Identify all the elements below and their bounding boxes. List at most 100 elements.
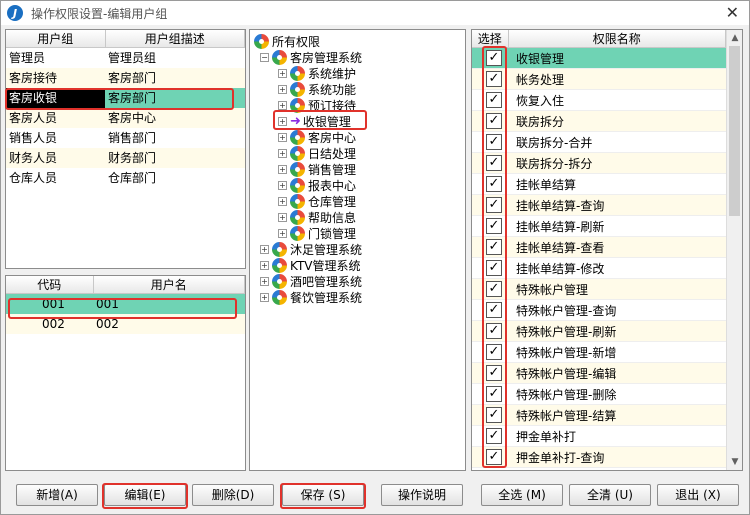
tree-label: 系统维护 (308, 66, 357, 81)
tree-node[interactable]: + 酒吧管理系统 (260, 273, 362, 289)
tree-node[interactable]: + 销售管理 (278, 161, 356, 177)
permission-row[interactable]: ✓ 特殊帐户管理-刷新 (472, 321, 726, 342)
tree-root[interactable]: 所有权限 (254, 33, 320, 49)
expand-icon[interactable]: + (278, 196, 287, 206)
permission-row[interactable]: ✓ 特殊帐户管理-新增 (472, 342, 726, 363)
tree-node[interactable]: + KTV管理系统 (260, 257, 360, 273)
col-code[interactable]: 代码 (6, 276, 94, 294)
group-row[interactable]: 销售人员 销售部门 (6, 128, 245, 148)
permission-row[interactable]: ✓ 特殊帐户管理-结算 (472, 405, 726, 426)
permission-row[interactable]: ✓ 联房拆分-合并 (472, 132, 726, 153)
permission-row[interactable]: ✓ 挂帐单结算-修改 (472, 258, 726, 279)
expand-icon[interactable]: + (278, 68, 287, 78)
tree-label: 门锁管理 (308, 226, 357, 241)
highlight-checkbox-column (482, 46, 507, 468)
vertical-scrollbar[interactable]: ▲ ▼ (726, 30, 742, 470)
permission-row[interactable]: ✓ 押金单补打 (472, 426, 726, 447)
highlight-group-row (5, 88, 234, 110)
permission-row[interactable]: ✓ 特殊帐户管理-删除 (472, 384, 726, 405)
highlight-user-row (8, 298, 237, 319)
permission-name: 帐务处理 (516, 72, 565, 87)
permission-row[interactable]: ✓ 特殊帐户管理-编辑 (472, 363, 726, 384)
delete-button[interactable]: 删除(D) (192, 484, 274, 506)
tree-label: 帮助信息 (308, 210, 357, 225)
permission-row[interactable]: ✓ 联房拆分-拆分 (472, 153, 726, 174)
group-name: 仓库人员 (9, 171, 58, 185)
group-name: 客房人员 (6, 107, 105, 128)
permission-name: 联房拆分-拆分 (516, 156, 593, 171)
permission-row[interactable]: ✓ 挂帐单结算-查询 (472, 195, 726, 216)
expand-icon[interactable]: + (278, 212, 287, 222)
select-all-button[interactable]: 全选 (M) (481, 484, 563, 506)
highlight-cashier-node (273, 110, 367, 130)
tree-node[interactable]: + 系统维护 (278, 65, 356, 81)
help-button[interactable]: 操作说明 (381, 484, 463, 506)
tree-label: 客房管理系统 (290, 50, 363, 65)
expand-icon[interactable]: + (260, 292, 269, 302)
expand-icon[interactable]: + (278, 180, 287, 190)
user-group-grid: 用户组 用户组描述 管理员 管理员组 客房接待 客房部门 客房收银 客房部门 客房人员客… (5, 29, 246, 269)
close-icon[interactable]: ✕ (726, 3, 739, 22)
group-row[interactable]: 客房接待 客房部门 (6, 67, 245, 88)
tree-node[interactable]: + 系统功能 (278, 81, 356, 97)
tree-label: 系统功能 (308, 82, 357, 97)
permission-row[interactable]: ✓ 挂帐单结算-刷新 (472, 216, 726, 237)
tree-label: 销售管理 (308, 162, 357, 177)
tree-node-room-system[interactable]: − 客房管理系统 (260, 49, 362, 65)
app-icon: J (7, 5, 23, 21)
pinwheel-icon (272, 273, 287, 289)
permission-row[interactable]: ✓ 挂帐单结算 (472, 174, 726, 195)
expand-icon[interactable]: + (278, 84, 287, 94)
group-desc: 销售部门 (108, 131, 157, 145)
permission-row[interactable]: ✓ 特殊帐户管理 (472, 279, 726, 300)
pinwheel-icon (272, 257, 287, 273)
col-perm-name[interactable]: 权限名称 (508, 30, 726, 48)
col-username[interactable]: 用户名 (93, 276, 245, 294)
tree-label: 酒吧管理系统 (290, 274, 363, 289)
collapse-icon[interactable]: − (260, 52, 269, 62)
tree-label: 所有权限 (272, 34, 321, 49)
group-row[interactable]: 财务人员 财务部门 (6, 147, 245, 168)
group-row[interactable]: 仓库人员 仓库部门 (6, 168, 245, 188)
col-select[interactable]: 选择 (472, 30, 509, 48)
expand-icon[interactable]: + (278, 100, 287, 110)
group-desc: 客房中心 (105, 107, 245, 128)
permission-row[interactable]: ✓ 联房拆分 (472, 111, 726, 132)
tree-node[interactable]: + 帮助信息 (278, 209, 356, 225)
tree-node[interactable]: + 餐饮管理系统 (260, 289, 362, 305)
exit-button[interactable]: 退出 (X) (657, 484, 739, 506)
tree-node[interactable]: + 日结处理 (278, 145, 356, 161)
permission-row[interactable]: ✓ 帐务处理 (472, 69, 726, 90)
permission-row[interactable]: ✓ 挂帐单结算-查看 (472, 237, 726, 258)
add-button[interactable]: 新增(A) (16, 484, 98, 506)
expand-icon[interactable]: + (260, 260, 269, 270)
pinwheel-icon (290, 193, 305, 209)
group-name: 管理员 (9, 51, 46, 66)
expand-icon[interactable]: + (260, 244, 269, 254)
expand-icon[interactable]: + (260, 276, 269, 286)
scroll-down-icon[interactable]: ▼ (727, 454, 742, 470)
tree-node[interactable]: + 沐足管理系统 (260, 241, 362, 257)
expand-icon[interactable]: + (278, 132, 287, 142)
scroll-up-icon[interactable]: ▲ (727, 30, 742, 46)
permission-row[interactable]: ✓ 恢复入住 (472, 90, 726, 111)
tree-node[interactable]: + 门锁管理 (278, 225, 356, 241)
group-row[interactable]: 管理员 管理员组 (6, 48, 245, 68)
expand-icon[interactable]: + (278, 148, 287, 158)
expand-icon[interactable]: + (278, 164, 287, 174)
pinwheel-icon (254, 33, 269, 49)
tree-node[interactable]: + 报表中心 (278, 177, 356, 193)
permission-name: 特殊帐户管理-删除 (516, 387, 617, 402)
permission-name: 挂帐单结算-查询 (516, 198, 605, 213)
col-user-group[interactable]: 用户组 (6, 30, 106, 48)
col-group-desc[interactable]: 用户组描述 (105, 30, 245, 48)
permission-row[interactable]: ✓ 特殊帐户管理-查询 (472, 300, 726, 321)
clear-all-button[interactable]: 全清 (U) (569, 484, 651, 506)
tree-node[interactable]: + 仓库管理 (278, 193, 356, 209)
scroll-thumb[interactable] (729, 46, 740, 216)
expand-icon[interactable]: + (278, 228, 287, 238)
permission-row[interactable]: ✓ 押金单补打-查询 (472, 447, 726, 468)
group-row[interactable]: 客房人员 客房中心 (6, 107, 245, 128)
permission-row-selected[interactable]: ✓ 收银管理 (472, 48, 726, 69)
tree-node[interactable]: + 客房中心 (278, 129, 356, 145)
